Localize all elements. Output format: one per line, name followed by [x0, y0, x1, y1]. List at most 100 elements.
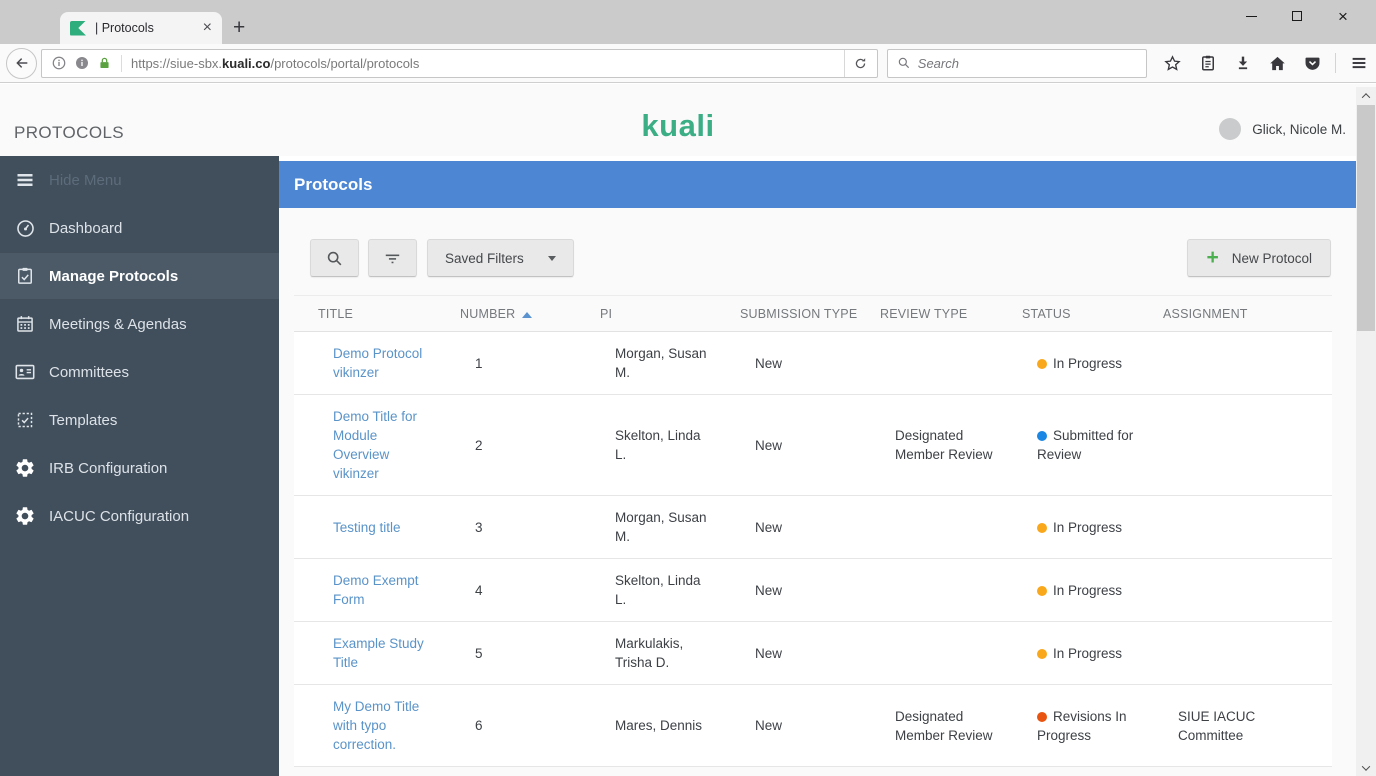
search-icon	[325, 249, 344, 268]
cell-number: 4	[460, 581, 600, 600]
url-prefix: https://siue-sbx.	[131, 56, 222, 71]
new-protocol-button[interactable]: + New Protocol	[1187, 239, 1331, 277]
new-tab-button[interactable]: +	[233, 16, 245, 40]
secure-lock-icon[interactable]	[97, 55, 112, 71]
sidebar-item-label: Meetings & Agendas	[49, 316, 187, 333]
status-label: In Progress	[1053, 583, 1122, 598]
scroll-up-button[interactable]	[1356, 87, 1376, 104]
sidebar-item-meetings-agendas[interactable]: Meetings & Agendas	[0, 300, 279, 348]
hamburger-icon	[14, 169, 36, 191]
table-row: Demo Title for Module Overview vikinzer …	[294, 395, 1332, 496]
url-domain: kuali.co	[222, 56, 270, 71]
column-header-label: NUMBER	[460, 307, 515, 321]
column-header-submission-type[interactable]: SUBMISSION TYPE	[740, 307, 880, 321]
protocol-title-link[interactable]: Example Study Title	[294, 634, 460, 672]
protocol-title-link[interactable]: Testing title	[294, 518, 460, 537]
back-button[interactable]	[6, 48, 37, 79]
sidebar-item-dashboard[interactable]: Dashboard	[0, 204, 279, 252]
sidebar-item-iacuc-configuration[interactable]: IACUC Configuration	[0, 492, 279, 540]
saved-filters-dropdown[interactable]: Saved Filters	[427, 239, 574, 277]
contact-card-icon	[14, 361, 36, 383]
downloads-button[interactable]	[1225, 48, 1260, 79]
cell-submission-type: New	[740, 716, 880, 735]
search-placeholder: Search	[918, 56, 959, 71]
cell-number: 2	[460, 436, 600, 455]
sidebar-item-label: Templates	[49, 412, 117, 429]
status-label: Revisions In Progress	[1037, 709, 1127, 743]
search-button[interactable]	[310, 239, 359, 277]
clipboard-check-icon	[14, 265, 36, 287]
cell-submission-type: New	[740, 644, 880, 663]
sidebar-item-manage-protocols[interactable]: Manage Protocols	[0, 252, 279, 300]
cell-status: Revisions In Progress	[1022, 707, 1163, 745]
sidebar-item-label: Manage Protocols	[49, 268, 178, 285]
sort-ascending-icon	[522, 312, 532, 318]
browser-tab[interactable]: | Protocols ×	[60, 12, 222, 44]
browser-menu-button[interactable]	[1341, 48, 1376, 79]
cell-review-type: Designated Member Review	[880, 707, 1022, 745]
gear-icon	[14, 457, 36, 479]
column-header-status[interactable]: STATUS	[1022, 307, 1163, 321]
pocket-button[interactable]	[1295, 48, 1330, 79]
cell-number: 1	[460, 354, 600, 373]
sidebar-item-committees[interactable]: Committees	[0, 348, 279, 396]
column-header-assignment[interactable]: ASSIGNMENT	[1163, 307, 1332, 321]
cell-status: In Progress	[1022, 581, 1163, 600]
search-icon	[897, 56, 911, 70]
minimize-button[interactable]	[1228, 2, 1274, 30]
star-icon	[1163, 54, 1182, 73]
filter-button[interactable]	[368, 239, 417, 277]
page-title: Protocols	[294, 175, 372, 195]
status-dot-icon	[1037, 586, 1047, 596]
tracking-protection-icon[interactable]	[74, 55, 90, 71]
protocol-title-link[interactable]: Demo Title for Module Overview vikinzer	[294, 407, 460, 483]
url-text[interactable]: https://siue-sbx.kuali.co/protocols/port…	[131, 56, 419, 71]
page-scrollbar[interactable]	[1356, 87, 1376, 776]
minimize-icon	[1246, 16, 1257, 17]
cell-number: 3	[460, 518, 600, 537]
tab-close-icon[interactable]: ×	[203, 20, 212, 36]
reload-icon	[853, 56, 868, 71]
cell-status: In Progress	[1022, 354, 1163, 373]
scroll-down-button[interactable]	[1356, 759, 1376, 776]
column-header-title[interactable]: TITLE	[294, 307, 460, 321]
cell-submission-type: New	[740, 581, 880, 600]
filter-icon	[383, 249, 402, 268]
reload-button[interactable]	[844, 50, 877, 77]
sidebar-item-irb-configuration[interactable]: IRB Configuration	[0, 444, 279, 492]
download-arrow-icon	[1234, 54, 1252, 72]
cell-status: Submitted for Review	[1022, 426, 1163, 464]
cell-number: 6	[460, 716, 600, 735]
protocol-title-link[interactable]: Demo Exempt Form	[294, 571, 460, 609]
column-header-number[interactable]: NUMBER	[460, 307, 600, 321]
tab-title: | Protocols	[95, 21, 197, 35]
clipboard-icon	[1199, 54, 1217, 72]
search-bar[interactable]: Search	[887, 49, 1147, 78]
protocol-title-link[interactable]: My Demo Title with typo correction.	[294, 697, 460, 754]
avatar	[1219, 118, 1241, 140]
url-bar[interactable]: https://siue-sbx.kuali.co/protocols/port…	[41, 49, 878, 78]
bookmark-star-button[interactable]	[1155, 48, 1190, 79]
sidebar-item-templates[interactable]: Templates	[0, 396, 279, 444]
close-button[interactable]: ×	[1320, 2, 1366, 30]
app-title: PROTOCOLS	[14, 123, 124, 143]
navbar-buttons	[1155, 48, 1376, 79]
user-menu[interactable]: Glick, Nicole M.	[1219, 118, 1346, 140]
column-header-review-type[interactable]: REVIEW TYPE	[880, 307, 1022, 321]
app-header: PROTOCOLS kuali Glick, Nicole M.	[0, 84, 1356, 156]
status-dot-icon	[1037, 359, 1047, 369]
gauge-icon	[14, 217, 36, 239]
new-protocol-label: New Protocol	[1232, 251, 1312, 266]
cell-pi: Skelton, Linda L.	[600, 571, 740, 609]
maximize-button[interactable]	[1274, 2, 1320, 30]
cell-review-type: Designated Member Review	[880, 426, 1022, 464]
calendar-icon	[14, 313, 36, 335]
sidebar-item-hide-menu[interactable]: Hide Menu	[0, 156, 279, 204]
bookmarks-menu-button[interactable]	[1190, 48, 1225, 79]
cell-pi: Morgan, Susan M.	[600, 508, 740, 546]
scrollbar-thumb[interactable]	[1357, 105, 1375, 331]
column-header-pi[interactable]: PI	[600, 307, 740, 321]
page-info-icon[interactable]	[51, 55, 67, 71]
home-button[interactable]	[1260, 48, 1295, 79]
protocol-title-link[interactable]: Demo Protocol vikinzer	[294, 344, 460, 382]
